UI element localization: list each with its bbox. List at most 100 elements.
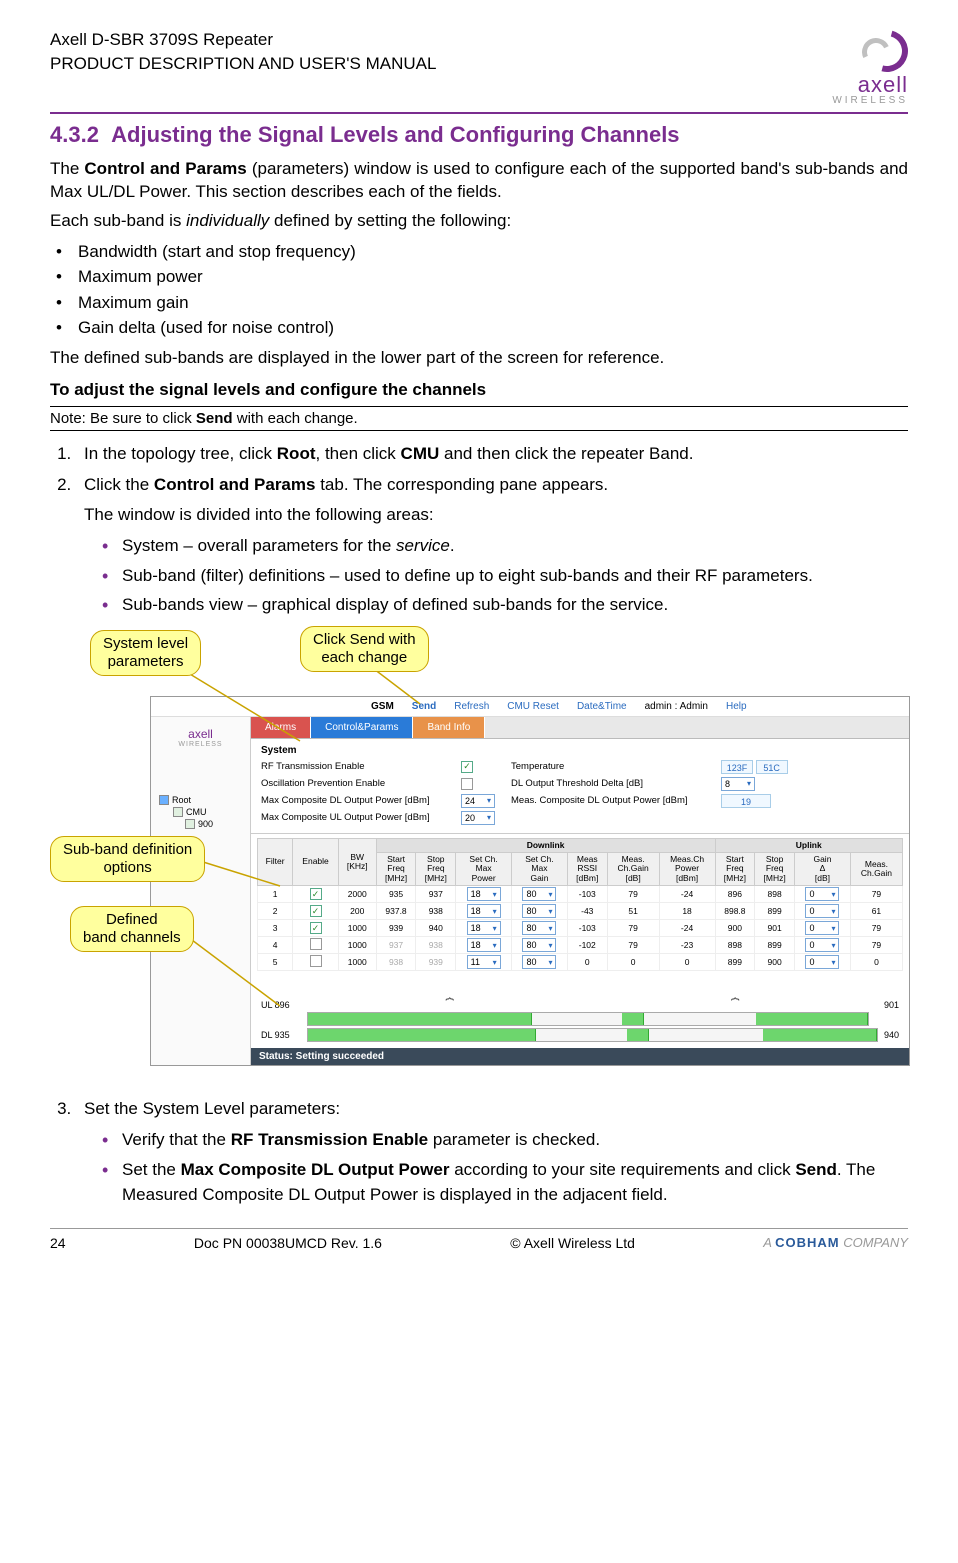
each-subband-text: Each sub-band is individually defined by… bbox=[50, 210, 908, 233]
cobham-a: A bbox=[763, 1235, 775, 1250]
tree-root[interactable]: Root bbox=[157, 794, 250, 806]
label-dl-delta: DL Output Threshold Delta [dB] bbox=[511, 778, 721, 789]
checkbox-osc-prevent[interactable]: ✓ bbox=[461, 778, 473, 790]
cell-enable[interactable] bbox=[293, 937, 339, 954]
topbar-datetime[interactable]: Date&Time bbox=[577, 701, 627, 712]
cell-dl-stop: 940 bbox=[416, 920, 456, 937]
cell-dl-start[interactable]: 937.8 bbox=[376, 903, 416, 920]
select-max-ul[interactable]: 20▾ bbox=[461, 811, 495, 825]
cell-dl-stop: 937 bbox=[416, 886, 456, 903]
cell-gain-delta[interactable]: 0▾ bbox=[795, 954, 851, 971]
checkbox-rf-enable[interactable]: ✓ bbox=[461, 761, 473, 773]
cell-gain-delta[interactable]: 0▾ bbox=[795, 920, 851, 937]
cell-gain-delta[interactable]: 0▾ bbox=[795, 886, 851, 903]
dl-end: 940 bbox=[884, 1030, 899, 1040]
tab-row: Alarms Control&Params Band Info bbox=[251, 717, 909, 739]
cell-set-pwr[interactable]: 18▾ bbox=[456, 920, 512, 937]
cell-set-gain[interactable]: 80▾ bbox=[512, 903, 568, 920]
step-3: Set the System Level parameters: Verify … bbox=[76, 1096, 908, 1208]
value-temp-f: 123F bbox=[721, 760, 753, 774]
cell-gain-delta[interactable]: 0▾ bbox=[795, 903, 851, 920]
steps-list-continued: Set the System Level parameters: Verify … bbox=[50, 1096, 908, 1208]
cell-set-gain[interactable]: 80▾ bbox=[512, 920, 568, 937]
cell-set-gain[interactable]: 80▾ bbox=[512, 954, 568, 971]
cell-enable[interactable]: ✓ bbox=[293, 903, 339, 920]
cell-ul-stop: 899 bbox=[755, 903, 795, 920]
cell-set-gain[interactable]: 80▾ bbox=[512, 886, 568, 903]
cell-gain-delta[interactable]: 0▾ bbox=[795, 937, 851, 954]
adjust-heading: To adjust the signal levels and configur… bbox=[50, 380, 908, 400]
sidebar-logo: axell WIRELESS bbox=[151, 721, 250, 754]
chevron-down-icon: ▾ bbox=[487, 813, 491, 822]
cell-dl-start[interactable]: 935 bbox=[376, 886, 416, 903]
col-meas-rssi: MeasRSSI[dBm] bbox=[567, 853, 607, 886]
cell-set-pwr[interactable]: 18▾ bbox=[456, 937, 512, 954]
app-topbar: GSM Send Refresh CMU Reset Date&Time adm… bbox=[151, 697, 909, 717]
tree-root-icon bbox=[159, 795, 169, 805]
spectrum-panel: UL 896 ⏞ ⏞ 901 bbox=[251, 994, 909, 1048]
step2-bullet-subband: Sub-band (filter) definitions – used to … bbox=[98, 563, 908, 589]
cell-set-gain[interactable]: 80▾ bbox=[512, 937, 568, 954]
col-ul-stop: StopFreq[MHz] bbox=[755, 853, 795, 886]
value-temp-c: 51C bbox=[756, 760, 788, 774]
cell-enable[interactable]: ✓ bbox=[293, 920, 339, 937]
cell-meas-rssi: -103 bbox=[567, 886, 607, 903]
value-max-dl: 24 bbox=[465, 796, 475, 806]
system-panel: System RF Transmission Enable ✓ Temperat… bbox=[251, 739, 909, 834]
cell-enable[interactable]: ✓ bbox=[293, 886, 339, 903]
note-box: Note: Be sure to click Send with each ch… bbox=[50, 406, 908, 431]
tab-alarms[interactable]: Alarms bbox=[251, 717, 311, 738]
tab-band-info[interactable]: Band Info bbox=[413, 717, 485, 738]
steps-list: In the topology tree, click Root, then c… bbox=[50, 441, 908, 618]
col-dl-stop: StopFreq[MHz] bbox=[416, 853, 456, 886]
section-title: Adjusting the Signal Levels and Configur… bbox=[111, 122, 679, 147]
bullet-gain-delta: Gain delta (used for noise control) bbox=[50, 315, 908, 341]
topbar-refresh[interactable]: Refresh bbox=[454, 701, 489, 712]
s3b2b: Max Composite DL Output Power bbox=[181, 1160, 450, 1179]
topbar-send[interactable]: Send bbox=[412, 701, 436, 712]
topbar-help[interactable]: Help bbox=[726, 701, 747, 712]
step1-c: , then click bbox=[316, 444, 401, 463]
dl-spectrum-bar bbox=[307, 1028, 878, 1042]
label-max-ul: Max Composite UL Output Power [dBm] bbox=[261, 812, 461, 823]
logo-text: axell bbox=[832, 74, 908, 96]
callout-subband: Sub-band definitionoptions bbox=[50, 836, 205, 882]
table-row: 2✓200937.893818▾80▾-435118898.88990▾61 bbox=[258, 903, 903, 920]
step2-bullet-view: Sub-bands view – graphical display of de… bbox=[98, 592, 908, 618]
s3b1a: Verify that the bbox=[122, 1130, 231, 1149]
bullet-bandwidth: Bandwidth (start and stop frequency) bbox=[50, 239, 908, 265]
select-max-dl[interactable]: 24▾ bbox=[461, 794, 495, 808]
tree-band[interactable]: 900 bbox=[157, 818, 250, 830]
filters-panel: Filter Enable BW[KHz] Downlink Uplink St… bbox=[251, 834, 909, 994]
cell-ul-stop: 901 bbox=[755, 920, 795, 937]
cell-filter-num: 3 bbox=[258, 920, 293, 937]
step1-d: CMU bbox=[401, 444, 440, 463]
cell-bw: 1000 bbox=[338, 920, 376, 937]
cell-filter-num: 1 bbox=[258, 886, 293, 903]
cell-meas-rssi: -103 bbox=[567, 920, 607, 937]
tab-control-params[interactable]: Control&Params bbox=[311, 717, 413, 738]
cell-dl-start[interactable]: 937 bbox=[376, 937, 416, 954]
step2-c: tab. The corresponding pane appears. bbox=[315, 475, 608, 494]
cell-set-pwr[interactable]: 11▾ bbox=[456, 954, 512, 971]
col-filter: Filter bbox=[258, 838, 293, 885]
select-dl-delta[interactable]: 8▾ bbox=[721, 777, 755, 791]
cell-dl-stop: 939 bbox=[416, 954, 456, 971]
cell-set-pwr[interactable]: 18▾ bbox=[456, 886, 512, 903]
cell-dl-start[interactable]: 938 bbox=[376, 954, 416, 971]
topbar-cmu-reset[interactable]: CMU Reset bbox=[507, 701, 559, 712]
label-osc-prevent: Oscillation Prevention Enable bbox=[261, 778, 461, 789]
note-suffix: with each change. bbox=[233, 410, 358, 427]
s3b1c: parameter is checked. bbox=[428, 1130, 600, 1149]
brace-icon: ⏞ bbox=[307, 1001, 592, 1009]
step1-b: Root bbox=[277, 444, 316, 463]
cell-dl-start[interactable]: 939 bbox=[376, 920, 416, 937]
tree-cmu[interactable]: CMU bbox=[157, 806, 250, 818]
cell-enable[interactable] bbox=[293, 954, 339, 971]
step3-bullet-verify: Verify that the RF Transmission Enable p… bbox=[98, 1127, 908, 1153]
cell-set-pwr[interactable]: 18▾ bbox=[456, 903, 512, 920]
page-number: 24 bbox=[50, 1235, 66, 1251]
topbar-admin: admin : Admin bbox=[645, 701, 708, 712]
cell-meas-gain: 0 bbox=[607, 954, 659, 971]
callout-defined: Definedband channels bbox=[70, 906, 194, 952]
